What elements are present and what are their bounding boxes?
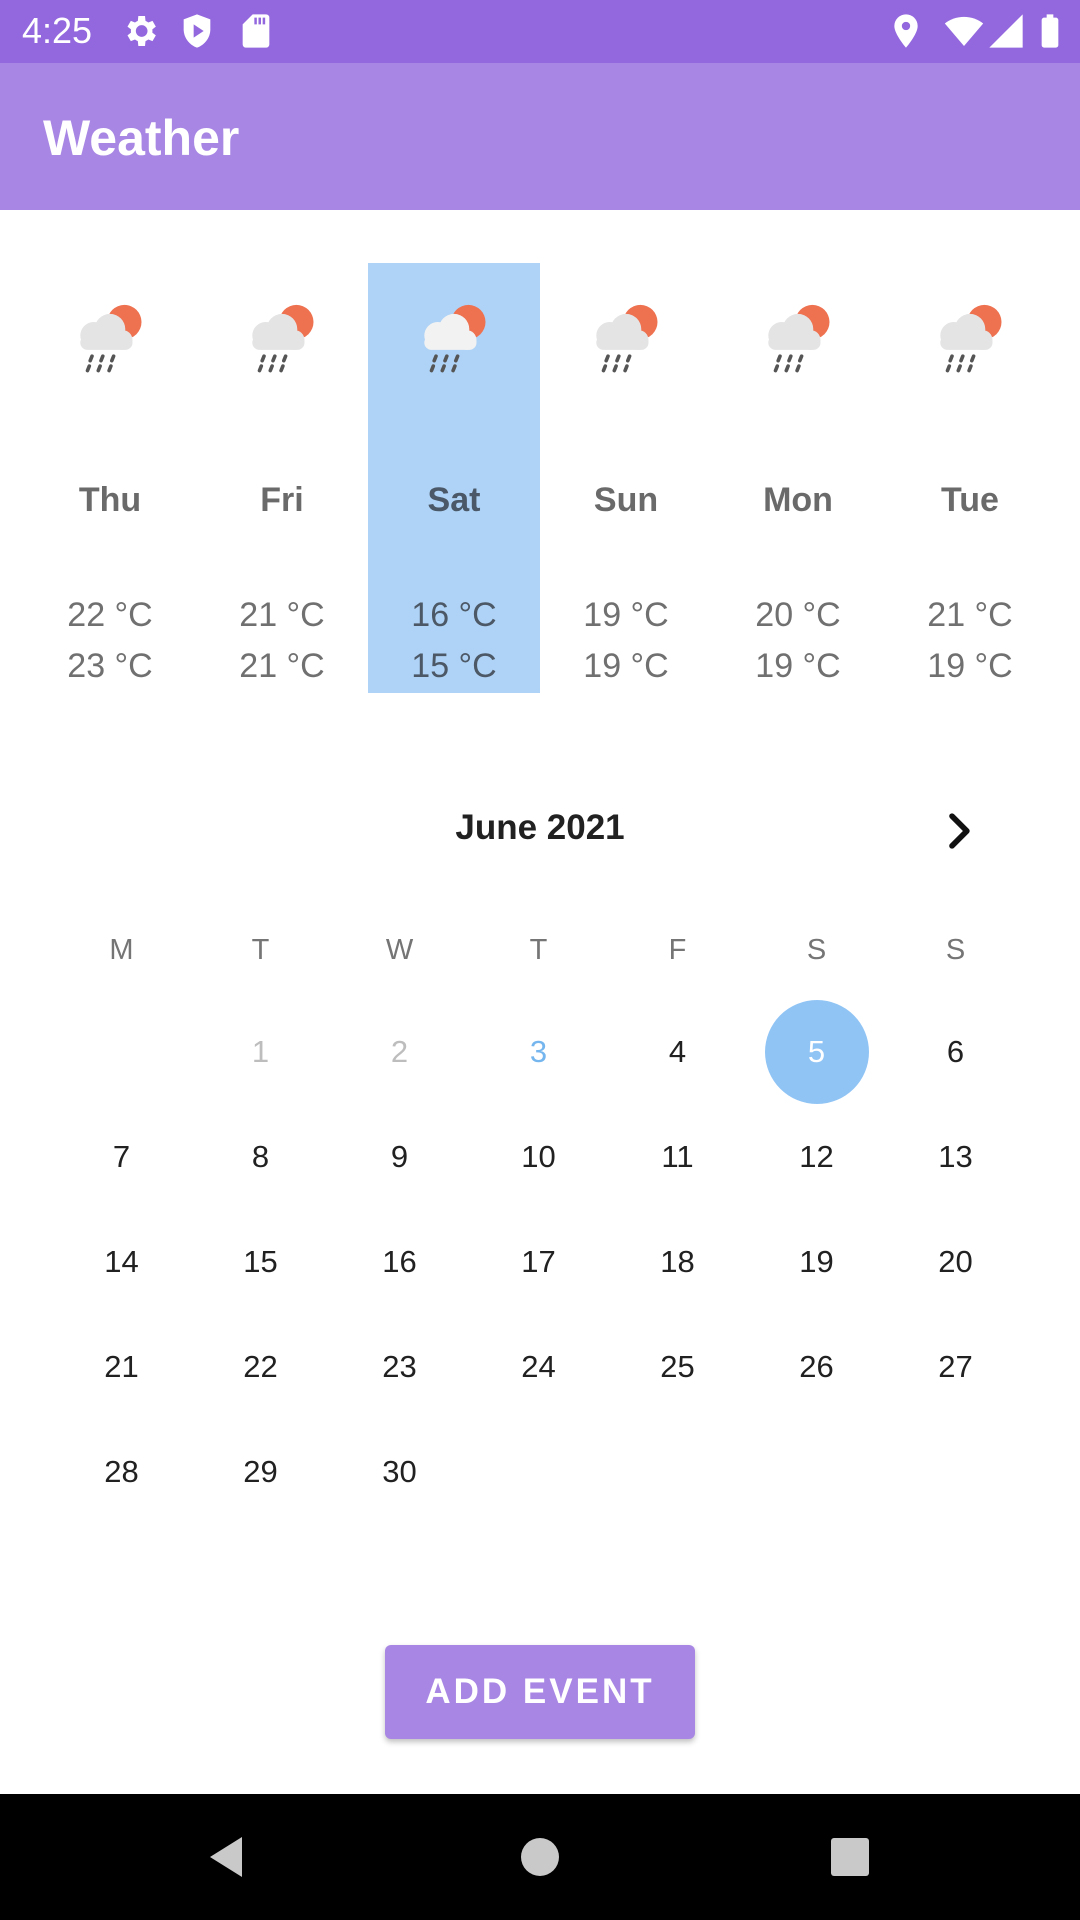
calendar-day[interactable]: 10 <box>487 1105 591 1209</box>
calendar-day[interactable]: 30 <box>348 1420 452 1524</box>
forecast-day-name: Sat <box>427 481 481 519</box>
weekday-label: M <box>109 934 134 966</box>
forecast-temp-high: 21 °C <box>239 596 325 634</box>
forecast-day-name: Sun <box>593 481 659 519</box>
calendar-day[interactable]: 27 <box>904 1315 1008 1419</box>
forecast-day-sun[interactable]: Sun 19 °C 19 °C <box>540 263 712 693</box>
cloud-rain-sun-icon <box>252 304 314 373</box>
app-title: Weather <box>43 110 240 166</box>
battery-icon <box>1041 14 1059 48</box>
calendar-day[interactable]: 21 <box>70 1315 174 1419</box>
weekday-label: S <box>945 934 966 966</box>
forecast-temp-high: 21 °C <box>927 596 1013 634</box>
forecast-temp-low: 23 °C <box>67 647 153 685</box>
calendar-day[interactable]: 23 <box>348 1315 452 1419</box>
calendar-day[interactable]: 20 <box>904 1210 1008 1314</box>
calendar-day[interactable]: 5 <box>764 1000 869 1104</box>
forecast-day-name: Tue <box>941 481 999 519</box>
weekday-label: T <box>529 934 548 966</box>
status-bar: 4:25 <box>0 0 1080 63</box>
calendar-day[interactable]: 24 <box>487 1315 591 1419</box>
forecast-day-mon[interactable]: Mon 20 °C 19 °C <box>712 263 884 693</box>
calendar-day[interactable]: 2 <box>348 1000 452 1104</box>
calendar-day[interactable]: 29 <box>209 1420 313 1524</box>
calendar-day[interactable]: 9 <box>348 1105 452 1209</box>
sd-card-icon <box>242 14 270 48</box>
forecast-day-name: Mon <box>763 481 833 519</box>
calendar-day[interactable]: 16 <box>348 1210 452 1314</box>
calendar-month-title: June 2021 <box>455 808 625 847</box>
calendar-day[interactable]: 22 <box>209 1315 313 1419</box>
calendar-day[interactable]: 6 <box>904 1000 1008 1104</box>
calendar-day[interactable]: 15 <box>209 1210 313 1314</box>
cloud-rain-sun-icon <box>596 304 658 373</box>
shield-icon <box>183 14 211 48</box>
app-bar: Weather <box>0 63 1080 210</box>
weekday-label: F <box>668 934 687 966</box>
forecast-temp-low: 15 °C <box>411 647 497 685</box>
status-time: 4:25 <box>22 10 93 51</box>
calendar-day[interactable]: 11 <box>626 1105 730 1209</box>
location-icon <box>894 14 918 48</box>
forecast-day-name: Fri <box>260 481 304 519</box>
back-icon[interactable] <box>196 1827 256 1887</box>
wifi-icon <box>944 16 984 46</box>
weekday-label: W <box>385 934 414 966</box>
forecast-day-fri[interactable]: Fri 21 °C 21 °C <box>196 263 368 693</box>
calendar-day[interactable]: 4 <box>626 1000 730 1104</box>
calendar-day[interactable]: 12 <box>765 1105 869 1209</box>
calendar-day[interactable]: 7 <box>70 1105 174 1209</box>
forecast-temp-high: 19 °C <box>583 596 669 634</box>
forecast-temp-high: 22 °C <box>67 596 153 634</box>
calendar-day[interactable]: 3 <box>487 1000 591 1104</box>
calendar-day[interactable]: 1 <box>209 1000 313 1104</box>
navigation-bar <box>0 1794 1080 1920</box>
recents-icon[interactable] <box>820 1827 880 1887</box>
home-icon[interactable] <box>510 1827 570 1887</box>
cloud-rain-sun-icon <box>940 304 1002 373</box>
weekday-label: S <box>806 934 827 966</box>
chevron-right-icon[interactable] <box>938 810 980 852</box>
cloud-rain-sun-icon <box>424 304 486 373</box>
calendar-day[interactable]: 26 <box>765 1315 869 1419</box>
forecast-day-sat[interactable]: Sat 16 °C 15 °C <box>368 263 540 693</box>
calendar-day[interactable]: 28 <box>70 1420 174 1524</box>
forecast-temp-high: 16 °C <box>411 596 497 634</box>
calendar-day[interactable]: 14 <box>70 1210 174 1314</box>
weekday-label: T <box>251 934 270 966</box>
calendar-day[interactable]: 17 <box>487 1210 591 1314</box>
forecast-temp-low: 19 °C <box>927 647 1013 685</box>
forecast-strip: Thu 22 °C 23 °C Fri 21 °C 21 °C Sat 16 °… <box>0 263 1080 693</box>
forecast-temp-low: 21 °C <box>239 647 325 685</box>
calendar-day[interactable]: 19 <box>765 1210 869 1314</box>
calendar-day[interactable]: 13 <box>904 1105 1008 1209</box>
forecast-temp-low: 19 °C <box>583 647 669 685</box>
calendar-day[interactable]: 18 <box>626 1210 730 1314</box>
cloud-rain-sun-icon <box>768 304 830 373</box>
calendar-day[interactable]: 25 <box>626 1315 730 1419</box>
settings-icon <box>127 16 156 46</box>
forecast-temp-high: 20 °C <box>755 596 841 634</box>
calendar-day[interactable]: 8 <box>209 1105 313 1209</box>
add-event-button[interactable]: ADD EVENT <box>385 1645 695 1739</box>
forecast-temp-low: 19 °C <box>755 647 841 685</box>
cloud-rain-sun-icon <box>80 304 142 373</box>
forecast-day-thu[interactable]: Thu 22 °C 23 °C <box>24 263 196 693</box>
signal-icon <box>989 14 1023 48</box>
forecast-day-name: Thu <box>78 481 142 519</box>
forecast-day-tue[interactable]: Tue 21 °C 19 °C <box>884 263 1056 693</box>
